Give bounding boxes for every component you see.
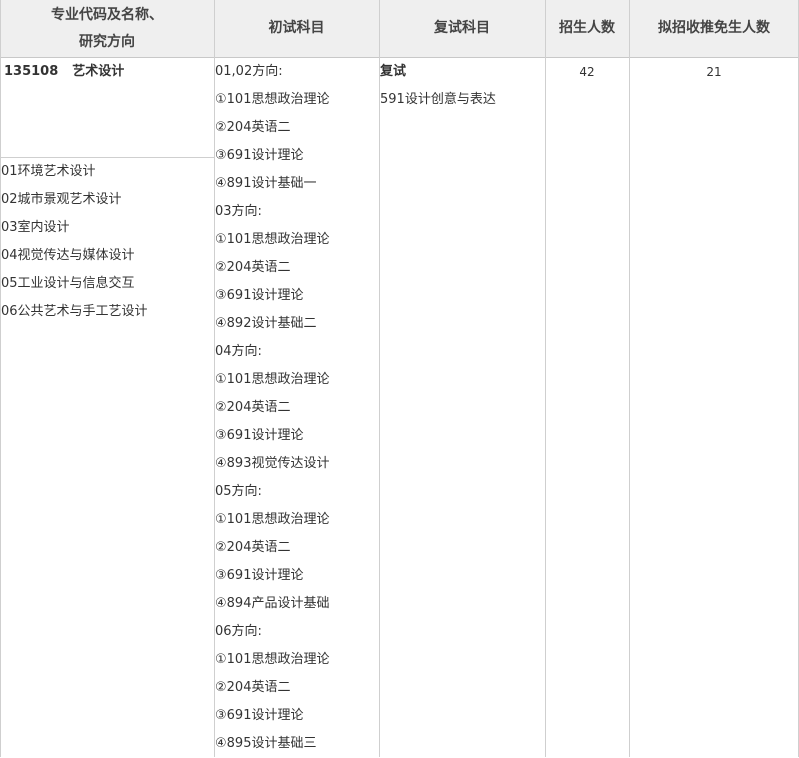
direction-list: 01环境艺术设计 02城市景观艺术设计 03室内设计 04视觉传达与媒体设计 0… bbox=[1, 158, 148, 326]
list-item: ④894产品设计基础 bbox=[215, 596, 330, 611]
list-item: ②204英语二 bbox=[215, 680, 291, 695]
list-item: 05工业设计与信息交互 bbox=[1, 276, 135, 291]
list-item: 05方向: bbox=[215, 484, 262, 499]
list-item: 03方向: bbox=[215, 204, 262, 219]
column-divider bbox=[629, 0, 630, 757]
list-item: ①101思想政治理论 bbox=[215, 372, 330, 387]
major-name: 艺术设计 bbox=[72, 64, 125, 79]
enroll-count: 42 bbox=[579, 65, 595, 79]
header-major-line2: 研究方向 bbox=[79, 33, 135, 50]
list-item: ②204英语二 bbox=[215, 260, 291, 275]
enroll-count-cell: 42 bbox=[545, 58, 629, 86]
header-initial-subjects: 初试科目 bbox=[268, 20, 325, 36]
list-item: ①101思想政治理论 bbox=[215, 232, 330, 247]
header-major: 专业代码及名称、 研究方向 bbox=[0, 0, 214, 57]
list-item: ③691设计理论 bbox=[215, 428, 304, 443]
list-item: 01,02方向: bbox=[215, 64, 283, 79]
major-title: 135108 艺术设计 bbox=[4, 58, 124, 86]
retest-title: 复试 bbox=[380, 64, 407, 79]
retest-subject: 591设计创意与表达 bbox=[380, 92, 496, 107]
list-item: ④891设计基础一 bbox=[215, 176, 317, 191]
list-item: ②204英语二 bbox=[215, 540, 291, 555]
column-divider bbox=[545, 0, 546, 757]
exempt-count: 21 bbox=[706, 65, 722, 79]
list-item: 02城市景观艺术设计 bbox=[1, 192, 122, 207]
list-item: ②204英语二 bbox=[215, 400, 291, 415]
header-exempt-count: 拟招收推免生人数 bbox=[658, 20, 770, 36]
list-item: 04方向: bbox=[215, 344, 262, 359]
list-item: ①101思想政治理论 bbox=[215, 652, 330, 667]
header-enroll-count: 招生人数 bbox=[559, 20, 615, 36]
initial-subject-list: 01,02方向: ①101思想政治理论 ②204英语二 ③691设计理论 ④89… bbox=[215, 58, 329, 758]
list-item: ④895设计基础三 bbox=[215, 736, 317, 751]
list-item: 06方向: bbox=[215, 624, 262, 639]
list-item: 04视觉传达与媒体设计 bbox=[1, 248, 135, 263]
exempt-count-cell: 21 bbox=[629, 58, 799, 86]
list-item: ③691设计理论 bbox=[215, 708, 304, 723]
list-item: ③691设计理论 bbox=[215, 568, 304, 583]
admissions-table: 专业代码及名称、 研究方向 初试科目 复试科目 招生人数 拟招收推免生人数 13… bbox=[0, 0, 799, 757]
column-divider bbox=[0, 0, 1, 757]
header-major-line1: 专业代码及名称、 bbox=[51, 6, 163, 23]
list-item: 01环境艺术设计 bbox=[1, 164, 96, 179]
list-item: ①101思想政治理论 bbox=[215, 512, 330, 527]
major-code: 135108 bbox=[4, 64, 59, 79]
header-retest-subjects: 复试科目 bbox=[434, 20, 490, 36]
list-item: ③691设计理论 bbox=[215, 148, 304, 163]
list-item: ③691设计理论 bbox=[215, 288, 304, 303]
list-item: 03室内设计 bbox=[1, 220, 70, 235]
list-item: ④893视觉传达设计 bbox=[215, 456, 330, 471]
list-item: ②204英语二 bbox=[215, 120, 291, 135]
list-item: ④892设计基础二 bbox=[215, 316, 317, 331]
retest-cell: 复试 591设计创意与表达 bbox=[380, 58, 496, 114]
list-item: ①101思想政治理论 bbox=[215, 92, 330, 107]
list-item: 06公共艺术与手工艺设计 bbox=[1, 304, 148, 319]
